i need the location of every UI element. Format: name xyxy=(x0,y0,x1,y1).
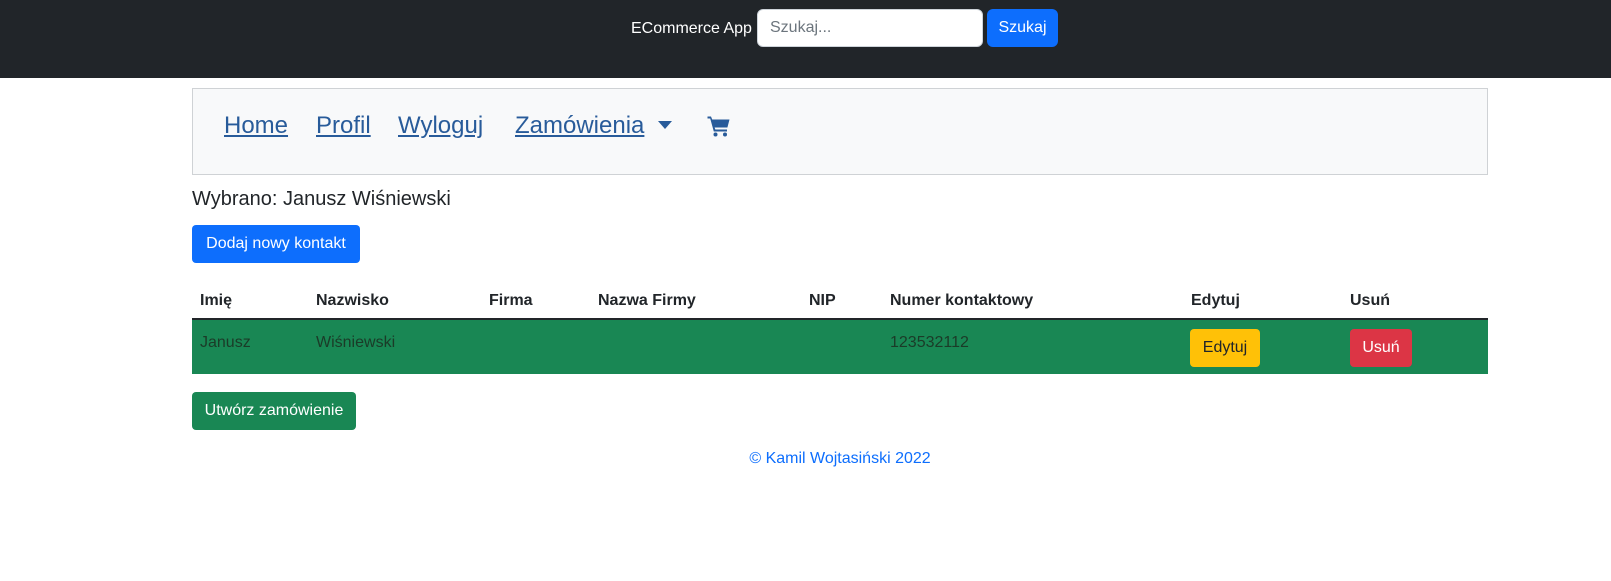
shopping-cart-icon[interactable] xyxy=(707,114,731,138)
selected-contact-text: Wybrano: Janusz Wiśniewski xyxy=(192,188,451,210)
table-header-row: Imię Nazwisko Firma Nazwa Firmy NIP Nume… xyxy=(192,285,1488,320)
column-header-imie: Imię xyxy=(200,292,233,309)
add-contact-button[interactable]: Dodaj nowy kontakt xyxy=(192,225,360,263)
delete-button[interactable]: Usuń xyxy=(1350,329,1412,367)
brand-name[interactable]: ECommerce App xyxy=(631,18,752,40)
nav-link-wyloguj[interactable]: Wyloguj xyxy=(398,109,483,143)
column-header-edytuj: Edytuj xyxy=(1191,292,1240,309)
column-header-nazwa-firmy: Nazwa Firmy xyxy=(598,292,696,309)
nav-dropdown-zamowienia[interactable]: Zamówienia xyxy=(515,109,644,143)
search-button[interactable]: Szukaj xyxy=(987,9,1058,47)
column-header-firma: Firma xyxy=(489,292,533,309)
nav-link-home[interactable]: Home xyxy=(224,109,288,143)
nav-link-profil[interactable]: Profil xyxy=(316,109,371,143)
main-nav: Home Profil Wyloguj Zamówienia xyxy=(192,88,1488,175)
column-header-nazwisko: Nazwisko xyxy=(316,292,389,309)
cell-phone: 123532112 xyxy=(890,334,969,351)
create-order-button[interactable]: Utwórz zamówienie xyxy=(192,392,356,430)
search-input[interactable] xyxy=(757,9,983,47)
cell-first-name: Janusz xyxy=(200,334,251,351)
caret-down-icon[interactable] xyxy=(658,121,672,129)
column-header-numer-kontaktowy: Numer kontaktowy xyxy=(890,292,1034,309)
cell-last-name: Wiśniewski xyxy=(316,334,396,351)
table-row[interactable]: Janusz Wiśniewski 123532112 Edytuj Usuń xyxy=(192,320,1488,374)
edit-button[interactable]: Edytuj xyxy=(1190,329,1260,367)
column-header-nip: NIP xyxy=(809,292,836,309)
footer-copyright: © Kamil Wojtasiński 2022 xyxy=(749,450,931,467)
column-header-usun: Usuń xyxy=(1350,292,1390,309)
contacts-table: Imię Nazwisko Firma Nazwa Firmy NIP Nume… xyxy=(192,285,1488,374)
shopping-cart-icon-glyph xyxy=(707,116,730,137)
top-navbar: ECommerce App Szukaj xyxy=(0,0,1611,78)
